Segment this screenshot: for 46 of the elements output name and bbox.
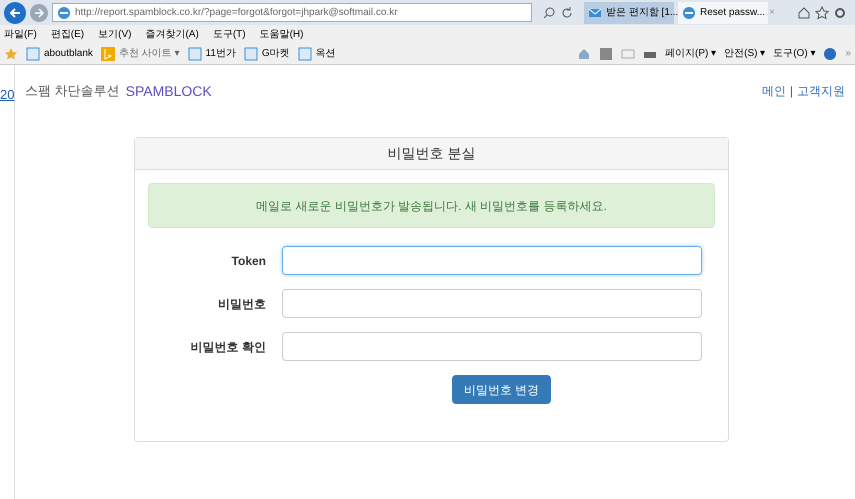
globe-page-icon bbox=[682, 6, 696, 20]
envelope-icon bbox=[588, 6, 602, 20]
home-icon bbox=[577, 46, 591, 60]
brand-logo[interactable]: SPAMBLOCK bbox=[126, 80, 212, 102]
input-field[interactable] bbox=[282, 332, 702, 361]
star-plus-icon bbox=[4, 46, 18, 60]
menu-item[interactable]: 도구(T) bbox=[212, 26, 246, 42]
input-field[interactable] bbox=[282, 289, 702, 318]
back-arrow-icon bbox=[9, 6, 21, 18]
field-label: 비밀번호 확인 bbox=[190, 338, 267, 356]
url-text: http://report.spamblock.co.kr/?page=forgot&forgot=jhpark@softmail.co.kr bbox=[75, 6, 398, 20]
command-menu[interactable]: 페이지(P) ▾ bbox=[665, 46, 716, 61]
command-menu[interactable]: 도구(O) ▾ bbox=[773, 46, 816, 61]
refresh-icon bbox=[560, 6, 574, 20]
search-icon bbox=[542, 6, 556, 20]
change-password-button[interactable]: 비밀번호 변경 bbox=[452, 375, 552, 404]
tab-label: Reset passw... bbox=[700, 6, 766, 20]
forward-button[interactable] bbox=[30, 4, 48, 22]
favorite-link[interactable]: 추천 사이트 ▾ bbox=[100, 46, 180, 61]
input-field[interactable] bbox=[282, 246, 702, 275]
command-menu[interactable]: 안전(S) ▾ bbox=[724, 46, 766, 61]
menu-item[interactable]: 파일(F) bbox=[4, 26, 37, 42]
alert-message: 메일로 새로운 비밀번호가 발송됩니다. 새 비밀번호를 등록하세요. bbox=[256, 198, 607, 214]
back-button[interactable] bbox=[4, 2, 26, 24]
home-icon bbox=[797, 6, 811, 20]
menu-item[interactable]: 보기(V) bbox=[98, 26, 132, 42]
bing-b-icon bbox=[100, 46, 115, 60]
favorite-link[interactable]: 11번가 bbox=[188, 46, 236, 61]
favorite-link[interactable]: G마켓 bbox=[244, 46, 290, 61]
favorite-link[interactable]: aboutblank bbox=[26, 46, 93, 61]
globe-page-icon bbox=[57, 6, 71, 20]
panel-title: 비밀번호 분실 bbox=[388, 144, 476, 163]
favorite-link[interactable]: 옥션 bbox=[298, 46, 336, 61]
menu-item[interactable]: 편집(E) bbox=[50, 26, 84, 42]
field-label: 비밀번호 bbox=[217, 296, 267, 312]
nav-link[interactable]: 고객지원 bbox=[797, 82, 845, 100]
brand-tagline: 스팸 차단솔루션 bbox=[25, 82, 120, 100]
forward-arrow-icon bbox=[34, 8, 44, 18]
menu-item[interactable]: 즐겨찾기(A) bbox=[145, 26, 199, 42]
field-label: Token bbox=[230, 252, 267, 270]
star-icon bbox=[815, 6, 829, 20]
address-bar[interactable]: http://report.spamblock.co.kr/?page=forgot&forgot=jhpark@softmail.co.kr bbox=[52, 3, 532, 22]
cut-link[interactable]: 20 bbox=[0, 87, 14, 102]
nav-link[interactable]: 메인 bbox=[762, 82, 786, 100]
nav-separator: | bbox=[790, 83, 793, 100]
menu-item[interactable]: 도움말(H) bbox=[260, 26, 304, 42]
